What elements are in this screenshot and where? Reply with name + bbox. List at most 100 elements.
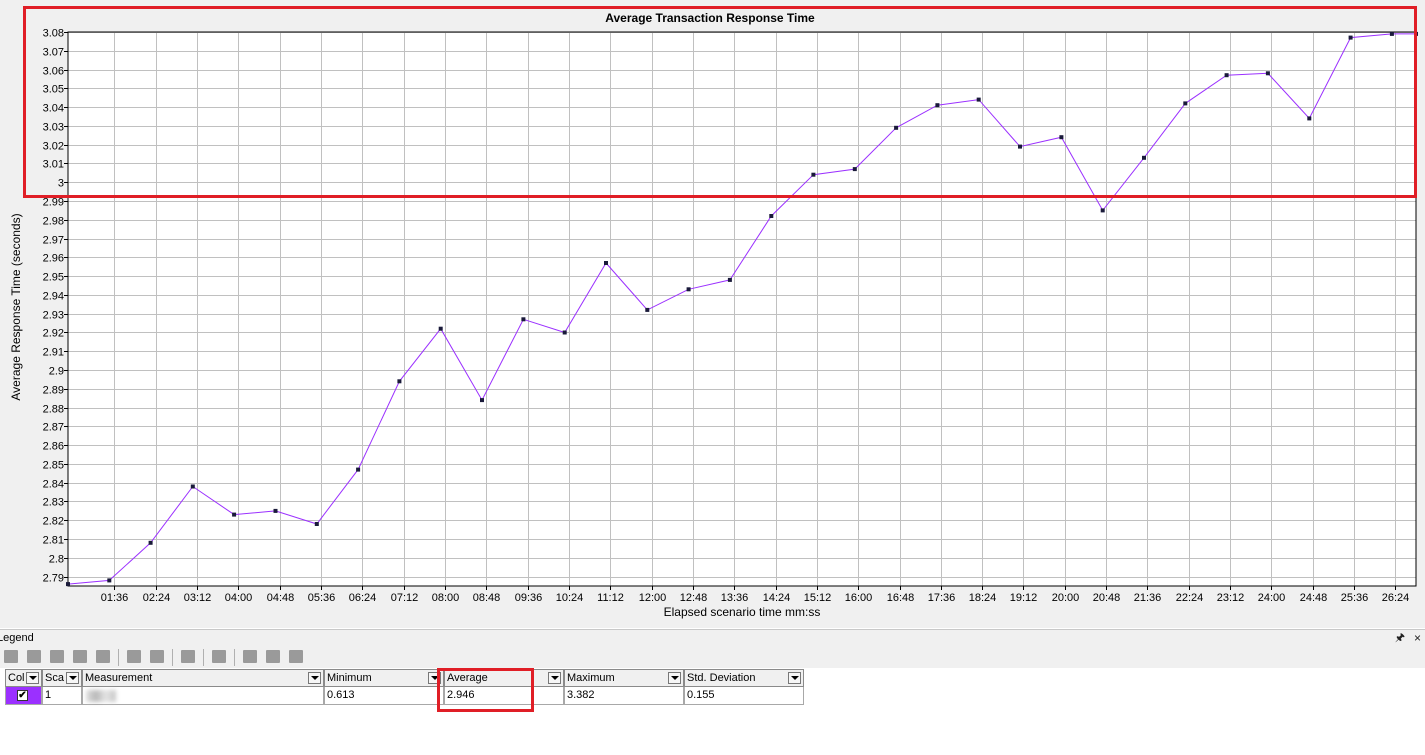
toolbar-edit-icon[interactable] [127, 650, 141, 663]
y-tick-label: 2.82 [43, 516, 64, 528]
blurred-measurement-name [86, 690, 116, 702]
y-tick-label: 2.86 [43, 441, 64, 453]
toolbar-scale-icon[interactable] [181, 650, 195, 663]
x-tick-label: 11:12 [597, 592, 624, 604]
toolbar-columns-icon[interactable] [212, 650, 226, 663]
legend-row-maximum-value: 3.382 [567, 689, 595, 701]
x-tick-label: 08:48 [473, 592, 501, 604]
data-point [356, 467, 361, 472]
y-tick-label: 2.83 [43, 497, 64, 509]
x-tick-label: 19:12 [1010, 592, 1038, 604]
legend-row-std-deviation: 0.155 [684, 687, 804, 705]
toolbar-show-all-icon[interactable] [27, 650, 41, 663]
column-header-scale-label: Sca [45, 672, 64, 684]
data-point [604, 261, 608, 265]
data-point [273, 508, 278, 513]
column-header-maximum-label: Maximum [567, 672, 615, 684]
data-point [1100, 208, 1105, 213]
legend-row-std-deviation-value: 0.155 [687, 689, 715, 701]
y-tick-label: 2.92 [43, 328, 64, 340]
x-tick-label: 16:00 [845, 592, 873, 604]
data-point [645, 307, 650, 312]
x-tick-label: 22:24 [1176, 592, 1204, 604]
x-tick-label: 16:48 [887, 592, 915, 604]
y-tick-label: 2.99 [43, 197, 64, 209]
data-point [232, 512, 237, 517]
toolbar-separator [203, 649, 204, 666]
data-point [438, 326, 443, 331]
x-tick-label: 04:48 [267, 592, 295, 604]
data-point [769, 214, 774, 218]
y-tick-label: 2.85 [43, 460, 64, 472]
y-tick-label: 2.79 [43, 573, 64, 585]
highlight-box-average [437, 668, 534, 712]
toolbar-copy-icon[interactable] [150, 650, 164, 663]
x-tick-label: 02:24 [143, 592, 171, 604]
data-point [562, 330, 567, 335]
x-tick-label: 15:12 [804, 592, 832, 604]
x-tick-label: 24:00 [1258, 592, 1286, 604]
x-tick-label: 18:24 [969, 592, 997, 604]
toolbar-filter-icon[interactable] [96, 650, 110, 663]
pin-icon[interactable]: 🖈︎ [1395, 630, 1405, 647]
chevron-down-icon[interactable] [548, 672, 561, 684]
x-tick-label: 07:12 [391, 592, 419, 604]
legend-row-maximum: 3.382 [564, 687, 684, 705]
toolbar-separator [118, 649, 119, 666]
data-point [107, 578, 112, 583]
toolbar-configure-icon[interactable] [4, 650, 18, 663]
x-tick-label: 14:24 [763, 592, 791, 604]
y-axis-label: Average Response Time (seconds) [9, 213, 23, 400]
column-header-minimum[interactable]: Minimum [324, 669, 444, 687]
column-header-scale[interactable]: Sca [42, 669, 82, 687]
column-header-measurement-label: Measurement [85, 672, 153, 684]
toolbar-save-icon[interactable] [289, 650, 303, 663]
y-tick-label: 2.96 [43, 253, 64, 265]
y-tick-label: 2.8 [49, 554, 64, 566]
series-visible-checkbox[interactable]: ✔ [17, 690, 28, 701]
chevron-down-icon[interactable] [26, 672, 39, 684]
x-tick-label: 05:36 [308, 592, 336, 604]
column-header-color[interactable]: Col [5, 669, 42, 687]
x-tick-label: 03:12 [184, 592, 212, 604]
x-tick-label: 12:48 [680, 592, 708, 604]
toolbar-link-icon[interactable] [73, 650, 87, 663]
chevron-down-icon[interactable] [668, 672, 681, 684]
column-header-std-deviation-label: Std. Deviation [687, 672, 756, 684]
data-point [148, 540, 153, 545]
y-tick-label: 2.84 [43, 479, 64, 491]
toolbar-group-icon[interactable] [243, 650, 257, 663]
chevron-down-icon[interactable] [66, 672, 79, 684]
x-tick-label: 09:36 [515, 592, 543, 604]
y-tick-label: 2.91 [43, 347, 64, 359]
toolbar-separator [172, 649, 173, 666]
x-tick-label: 20:00 [1052, 592, 1080, 604]
x-axis-ticks: 01:36 02:24 03:12 04:00 04:48 05:36 06:24 07:12… [101, 586, 1410, 604]
y-tick-label: 2.93 [43, 310, 64, 322]
y-tick-label: 2.97 [43, 235, 64, 247]
x-tick-label: 26:24 [1382, 592, 1410, 604]
legend-row-scale-value: 1 [45, 689, 52, 701]
y-tick-label: 2.89 [43, 385, 64, 397]
chevron-down-icon[interactable] [308, 672, 321, 684]
column-header-minimum-label: Minimum [327, 672, 372, 684]
x-tick-label: 08:00 [432, 592, 460, 604]
column-header-measurement[interactable]: Measurement [82, 669, 324, 687]
y-tick-label: 2.87 [43, 422, 64, 434]
y-tick-label: 2.88 [43, 404, 64, 416]
data-point [314, 522, 319, 526]
data-point [66, 582, 70, 587]
x-tick-label: 17:36 [928, 592, 956, 604]
x-tick-label: 20:48 [1093, 592, 1121, 604]
column-header-color-label: Col [8, 672, 25, 684]
column-header-std-deviation[interactable]: Std. Deviation [684, 669, 804, 687]
x-tick-label: 10:24 [556, 592, 584, 604]
column-header-maximum[interactable]: Maximum [564, 669, 684, 687]
y-tick-label: 2.94 [43, 291, 64, 303]
x-tick-label: 13:36 [721, 592, 749, 604]
toolbar-ungroup-icon[interactable] [266, 650, 280, 663]
toolbar-hide-all-icon[interactable] [50, 650, 64, 663]
close-legend-button[interactable]: × [1414, 630, 1421, 647]
y-tick-label: 2.9 [49, 366, 64, 378]
chevron-down-icon[interactable] [788, 672, 801, 684]
